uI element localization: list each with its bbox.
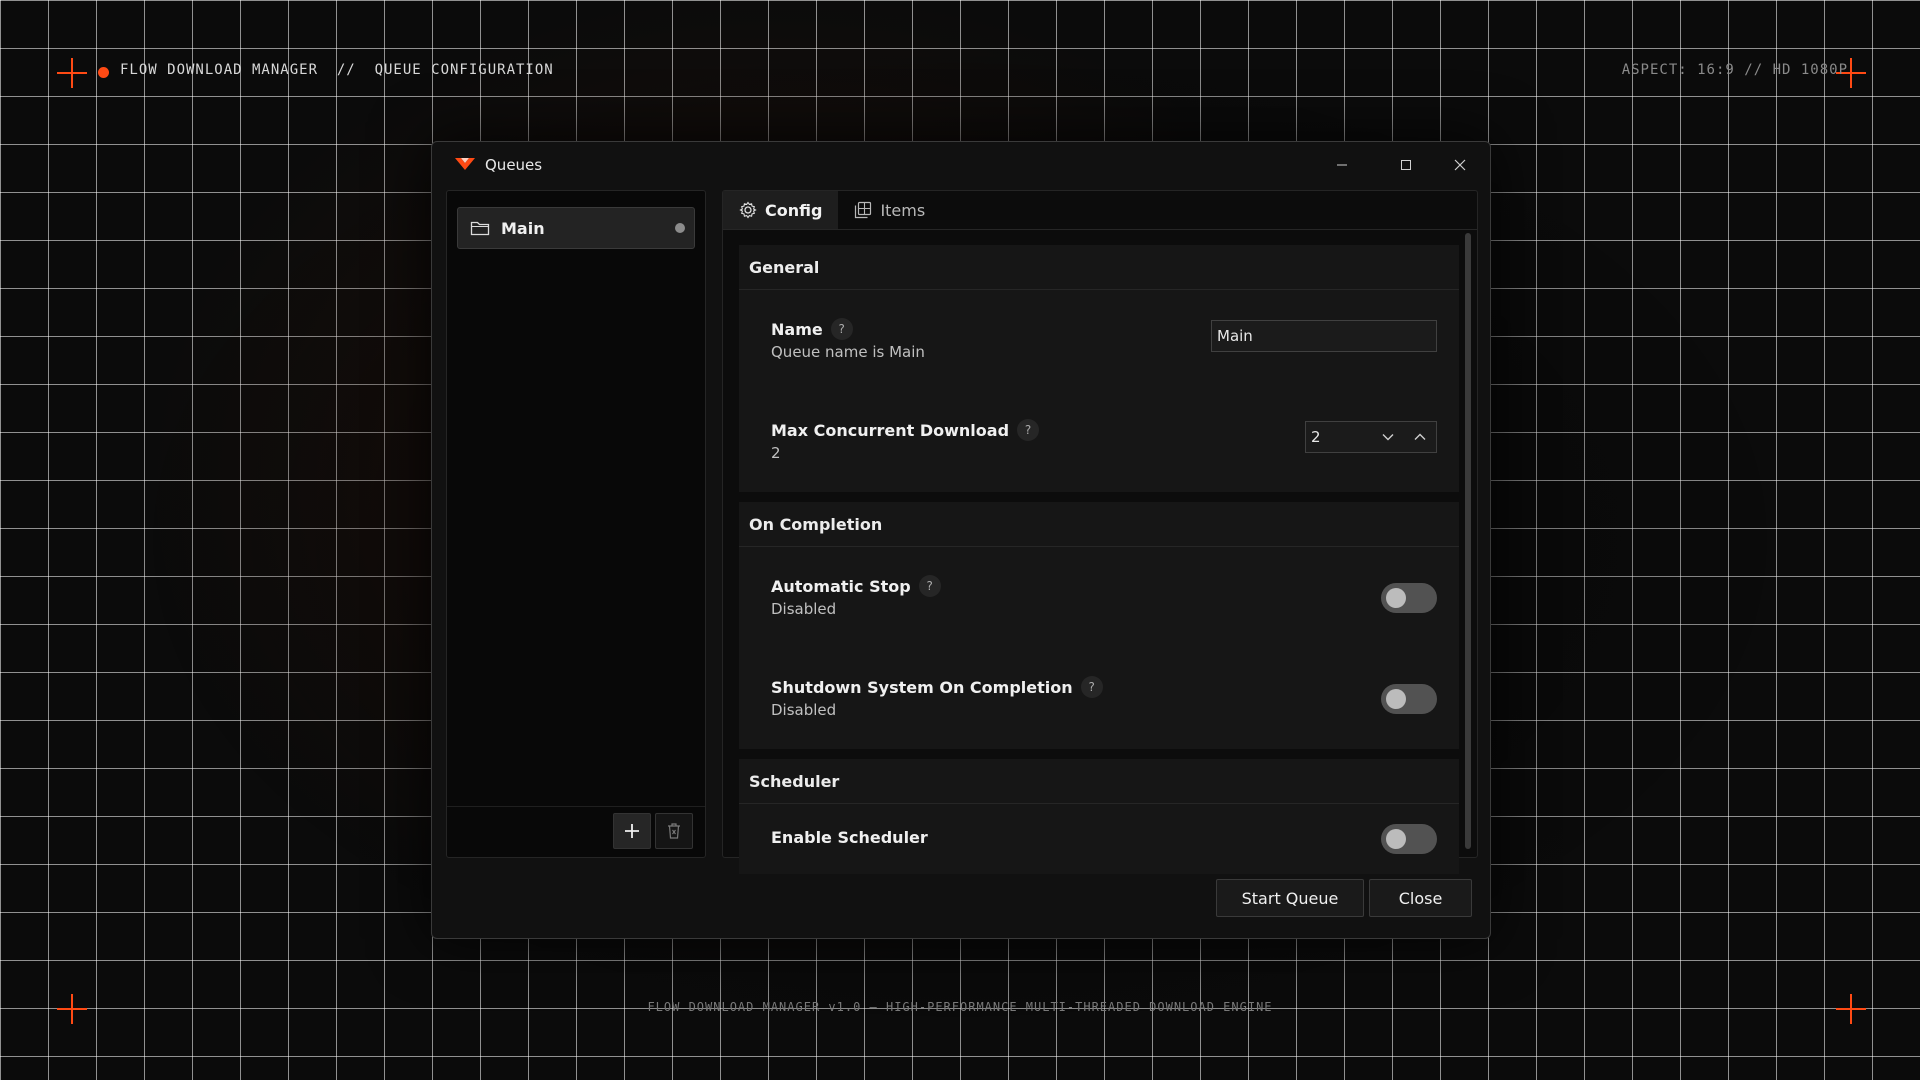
queue-list-sidebar: Main (446, 190, 706, 858)
gear-icon (739, 201, 757, 219)
setting-description: Queue name is Main (771, 343, 925, 361)
start-queue-button[interactable]: Start Queue (1216, 879, 1364, 917)
maximize-button[interactable] (1386, 150, 1426, 180)
setting-description: Disabled (771, 701, 837, 719)
sidebar-actions (447, 806, 705, 857)
tab-config[interactable]: Config (723, 191, 839, 229)
section-title: On Completion (739, 502, 1459, 547)
window-title: Queues (485, 156, 543, 174)
shutdown-label: Shutdown System On Completion (771, 677, 1073, 697)
hud-title: FLOW DOWNLOAD MANAGER // QUEUE CONFIGURA… (120, 62, 554, 78)
title-bar[interactable]: Queues (432, 142, 1490, 188)
decrement-button[interactable] (1372, 422, 1404, 452)
vertical-scrollbar[interactable] (1465, 233, 1471, 849)
stepper-value[interactable]: 2 (1306, 428, 1372, 446)
hud-aspect-info: ASPECT: 16:9 // HD 1080P (1621, 62, 1848, 78)
close-button[interactable]: Close (1369, 879, 1472, 917)
crosshair-top-left (57, 58, 87, 88)
help-icon[interactable]: ? (918, 575, 941, 597)
queue-settings-panel: Config Items General Name ? Queue name i… (722, 190, 1478, 874)
setting-max-concurrent: Max Concurrent Download ? 2 2 (739, 391, 1459, 492)
setting-label: Name ? (771, 318, 853, 340)
tab-config-label: Config (765, 200, 823, 220)
tab-bar: Config Items (723, 191, 1477, 230)
minimize-button[interactable] (1322, 150, 1362, 180)
setting-description: 2 (771, 444, 781, 462)
max-concurrent-label: Max Concurrent Download (771, 420, 1010, 440)
help-icon[interactable]: ? (830, 318, 853, 340)
toggle-knob (1386, 588, 1406, 608)
section-title: General (739, 245, 1459, 290)
enable-scheduler-label: Enable Scheduler (771, 828, 928, 847)
app-logo-icon (454, 156, 476, 170)
increment-button[interactable] (1404, 422, 1436, 452)
maximize-icon (1401, 160, 1411, 170)
trash-icon (668, 823, 680, 839)
close-window-button[interactable] (1440, 150, 1480, 180)
queue-item-label: Main (501, 218, 545, 238)
setting-description: Disabled (771, 600, 837, 618)
automatic-stop-toggle[interactable] (1381, 583, 1437, 613)
toggle-knob (1386, 829, 1406, 849)
setting-shutdown: Shutdown System On Completion ? Disabled (739, 648, 1459, 749)
setting-enable-scheduler: Enable Scheduler (739, 804, 1459, 874)
section-title: Scheduler (739, 759, 1459, 804)
setting-label: Shutdown System On Completion ? (771, 676, 1103, 698)
enable-scheduler-toggle[interactable] (1381, 824, 1437, 854)
folder-icon (470, 220, 490, 236)
queue-item-main[interactable]: Main (457, 207, 695, 249)
chevron-up-icon (1414, 433, 1426, 440)
section-on-completion: On Completion Automatic Stop ? Disabled … (739, 502, 1459, 749)
add-queue-button[interactable] (613, 813, 651, 849)
tab-items[interactable]: Items (838, 191, 941, 229)
hud-footer: FLOW DOWNLOAD MANAGER v1.0 — HIGH-PERFOR… (647, 1000, 1273, 1014)
setting-label: Automatic Stop ? (771, 575, 941, 597)
tab-items-label: Items (880, 200, 926, 220)
recording-indicator (98, 67, 109, 78)
shutdown-toggle[interactable] (1381, 684, 1437, 714)
items-icon (855, 201, 872, 219)
help-icon[interactable]: ? (1017, 419, 1040, 441)
plus-icon (625, 824, 639, 838)
toggle-knob (1386, 689, 1406, 709)
queue-status-dot (675, 223, 685, 233)
section-scheduler: Scheduler Enable Scheduler (739, 759, 1459, 874)
section-general: General Name ? Queue name is Main Max Co… (739, 245, 1459, 492)
chevron-down-icon (1382, 434, 1394, 441)
setting-label: Max Concurrent Download ? (771, 419, 1040, 441)
settings-scroll-area[interactable]: General Name ? Queue name is Main Max Co… (739, 245, 1459, 884)
setting-automatic-stop: Automatic Stop ? Disabled (739, 547, 1459, 648)
setting-label: Enable Scheduler (771, 828, 928, 847)
minimize-icon (1337, 164, 1347, 166)
max-concurrent-stepper[interactable]: 2 (1305, 421, 1437, 453)
setting-name: Name ? Queue name is Main (739, 290, 1459, 391)
close-icon (1454, 159, 1466, 171)
delete-queue-button[interactable] (655, 813, 693, 849)
queue-name-input[interactable] (1211, 320, 1437, 352)
name-label: Name (771, 319, 823, 339)
help-icon[interactable]: ? (1080, 676, 1103, 698)
queues-window: Queues Main Config Items General Name ? … (431, 141, 1491, 939)
automatic-stop-label: Automatic Stop (771, 576, 911, 596)
